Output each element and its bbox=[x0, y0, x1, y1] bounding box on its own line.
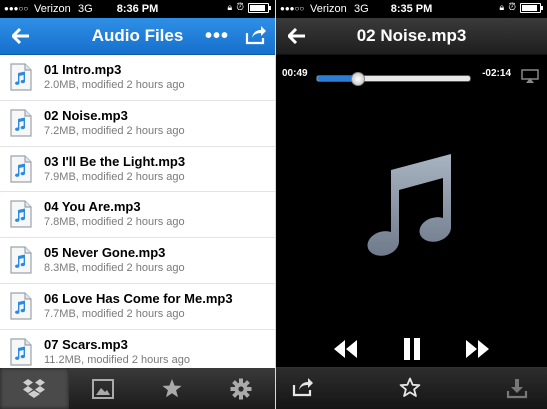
photos-icon bbox=[92, 378, 115, 399]
back-arrow-icon[interactable] bbox=[282, 18, 312, 54]
file-meta: 8.3MB, modified 2 hours ago bbox=[44, 262, 185, 275]
settings-gear-icon bbox=[230, 378, 252, 399]
file-name: 04 You Are.mp3 bbox=[44, 199, 141, 215]
file-list: 01 Intro.mp3 2.0MB, modified 2 hours ago 0… bbox=[0, 55, 275, 376]
file-meta: 7.7MB, modified 2 hours ago bbox=[44, 307, 185, 320]
more-options-button[interactable]: ••• bbox=[205, 18, 229, 54]
tab-bar bbox=[0, 368, 275, 409]
share-icon[interactable] bbox=[245, 25, 269, 47]
file-meta: 7.8MB, modified 2 hours ago bbox=[44, 216, 185, 229]
audio-file-icon bbox=[10, 292, 32, 320]
audio-file-icon bbox=[10, 200, 32, 228]
header-bar: 02 Noise.mp3 bbox=[276, 18, 547, 55]
file-name: 03 I'll Be the Light.mp3 bbox=[44, 153, 186, 169]
status-bar: ●●●○○ Verizon 3G 8:36 PM 🔒︎ ⏰︎ bbox=[0, 0, 275, 18]
status-bar: ●●●○○ Verizon 3G 8:35 PM 🔒︎ ⏰︎ bbox=[276, 0, 547, 18]
file-row[interactable]: 05 Never Gone.mp3 8.3MB, modified 2 hours… bbox=[0, 238, 275, 284]
music-note-icon bbox=[359, 150, 459, 260]
rotation-lock-icon: 🔒︎ bbox=[227, 2, 233, 12]
file-meta: 7.2MB, modified 2 hours ago bbox=[44, 124, 185, 137]
header-bar: Audio Files ••• bbox=[0, 18, 275, 55]
share-icon[interactable] bbox=[292, 377, 316, 401]
scrubber-track[interactable] bbox=[316, 72, 471, 86]
player-toolbar bbox=[276, 367, 547, 409]
file-row[interactable]: 01 Intro.mp3 2.0MB, modified 2 hours ago bbox=[0, 55, 275, 101]
file-row[interactable]: 02 Noise.mp3 7.2MB, modified 2 hours ago bbox=[0, 100, 275, 147]
fast-forward-icon[interactable] bbox=[462, 334, 492, 364]
alarm-icon: ⏰︎ bbox=[236, 2, 244, 13]
audio-file-icon bbox=[10, 154, 32, 183]
playback-controls bbox=[276, 334, 547, 364]
file-name: 07 Scars.mp3 bbox=[44, 336, 128, 352]
file-meta: 11.2MB, modified 2 hours ago bbox=[44, 353, 190, 366]
tab-settings[interactable] bbox=[206, 368, 275, 409]
file-browser-screen: ●●●○○ Verizon 3G 8:36 PM 🔒︎ ⏰︎ Audio Fil… bbox=[0, 0, 275, 409]
audio-file-icon bbox=[10, 338, 32, 366]
file-name: 01 Intro.mp3 bbox=[44, 62, 122, 77]
download-icon[interactable] bbox=[506, 377, 530, 401]
battery-icon bbox=[520, 2, 543, 13]
dropbox-icon bbox=[23, 378, 46, 398]
tab-photos[interactable] bbox=[69, 368, 138, 409]
pause-icon[interactable] bbox=[397, 334, 427, 364]
elapsed-time: 00:49 bbox=[282, 68, 308, 79]
rewind-icon[interactable] bbox=[331, 334, 361, 364]
file-row[interactable]: 04 You Are.mp3 7.8MB, modified 2 hours ag… bbox=[0, 192, 275, 239]
file-meta: 2.0MB, modified 2 hours ago bbox=[44, 79, 185, 91]
audio-player-screen: ●●●○○ Verizon 3G 8:35 PM 🔒︎ ⏰︎ 02 Noise.… bbox=[276, 0, 547, 409]
tab-dropbox[interactable] bbox=[0, 368, 69, 409]
file-name: 06 Love Has Come for Me.mp3 bbox=[44, 290, 233, 306]
file-meta: 7.9MB, modified 2 hours ago bbox=[44, 170, 185, 183]
scrubber-knob[interactable] bbox=[351, 72, 366, 86]
file-name: 05 Never Gone.mp3 bbox=[44, 245, 166, 261]
alarm-icon: ⏰︎ bbox=[508, 2, 516, 13]
favorite-star-icon[interactable] bbox=[399, 377, 423, 401]
file-row[interactable]: 06 Love Has Come for Me.mp3 7.7MB, modifi… bbox=[0, 283, 275, 330]
audio-file-icon bbox=[10, 63, 32, 91]
remaining-time: -02:14 bbox=[482, 68, 511, 79]
favorites-star-icon bbox=[162, 379, 182, 398]
rotation-lock-icon: 🔒︎ bbox=[499, 2, 505, 12]
airplay-icon[interactable] bbox=[521, 69, 539, 83]
file-name: 02 Noise.mp3 bbox=[44, 107, 128, 123]
battery-icon bbox=[248, 2, 271, 13]
back-arrow-icon[interactable] bbox=[6, 18, 36, 54]
file-row[interactable]: 03 I'll Be the Light.mp3 7.9MB, modified … bbox=[0, 146, 275, 193]
page-title: Audio Files bbox=[91, 26, 184, 45]
audio-file-icon bbox=[10, 109, 32, 137]
playback-progress: 00:49 -02:14 bbox=[276, 62, 547, 88]
track-title: 02 Noise.mp3 bbox=[356, 26, 467, 45]
audio-file-icon bbox=[10, 246, 32, 274]
tab-favorites[interactable] bbox=[138, 368, 207, 409]
